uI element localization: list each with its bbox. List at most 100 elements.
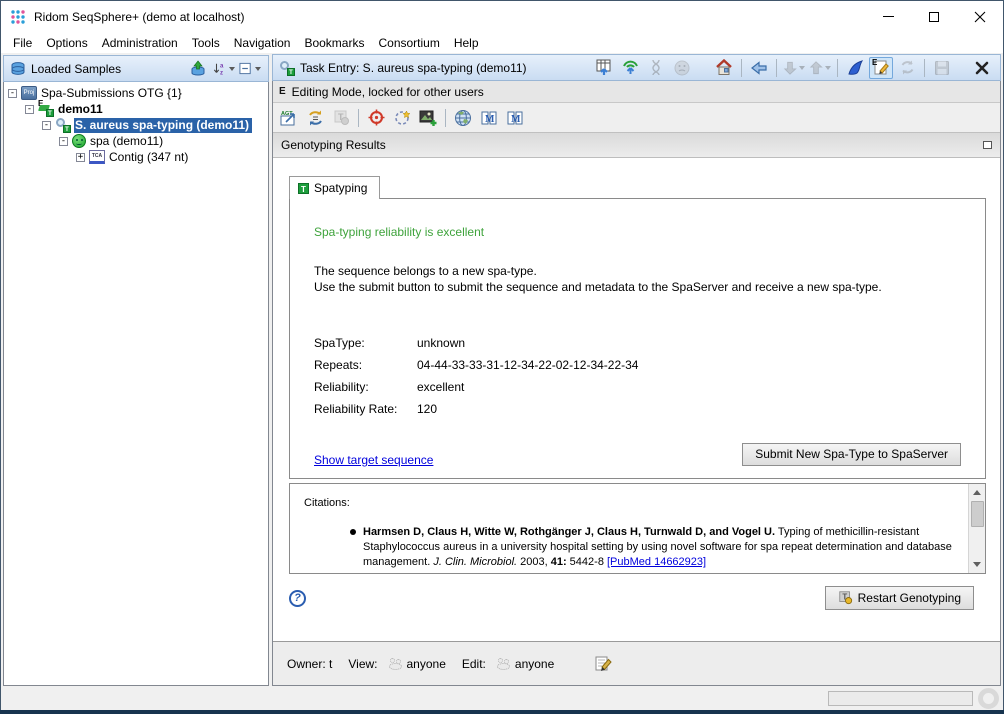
bookmark-button[interactable] xyxy=(843,57,867,79)
sync-button xyxy=(895,57,919,79)
menu-bar: File Options Administration Tools Naviga… xyxy=(1,32,1003,53)
field-label: Reliability Rate: xyxy=(314,402,417,416)
expander-icon[interactable]: - xyxy=(8,89,17,98)
app-window: { "window": { "title": "Ridom SeqSphere+… xyxy=(0,0,1004,714)
citation-authors: Harmsen D, Claus H, Witte W, Rothgänger … xyxy=(363,526,775,538)
tab-spatyping[interactable]: T Spatyping xyxy=(289,176,380,199)
save-disk-icon xyxy=(934,60,950,76)
close-task-button[interactable] xyxy=(970,57,994,79)
scroll-down-button[interactable] xyxy=(969,556,986,573)
info-line-2: Use the submit button to submit the sequ… xyxy=(314,279,961,295)
edit-mode-button[interactable]: E xyxy=(869,57,893,79)
menu-file[interactable]: File xyxy=(6,34,39,52)
smiley-eye xyxy=(81,139,83,141)
field-repeats: Repeats: 04-44-33-33-31-12-34-22-02-12-3… xyxy=(314,354,961,376)
field-label: SpaType: xyxy=(314,336,417,350)
genotyping-content: T Spatyping Spa-typing reliability is ex… xyxy=(273,158,1000,641)
status-bar xyxy=(1,687,1003,710)
tree-item-spa[interactable]: - spa (demo11) xyxy=(4,133,268,149)
activity-spinner-icon xyxy=(978,688,999,709)
task-entry-header: T Task Entry: S. aureus spa-typing (demo… xyxy=(272,54,1001,81)
tree-label[interactable]: spa (demo11) xyxy=(89,134,166,149)
expander-icon[interactable]: - xyxy=(59,137,68,146)
tree-item-spa-typing-task[interactable]: - T S. aureus spa-typing (demo11) xyxy=(4,117,268,133)
add-image-button[interactable] xyxy=(416,107,440,129)
bullet-icon xyxy=(350,529,356,535)
tree-item-demo11[interactable]: - E T demo11 xyxy=(4,101,268,117)
tree-label[interactable]: Spa-Submissions OTG {1} xyxy=(40,86,185,101)
menu-consortium[interactable]: Consortium xyxy=(371,34,446,52)
close-button[interactable] xyxy=(957,1,1003,32)
dna-icon xyxy=(649,59,663,76)
manual-button-1[interactable]: M xyxy=(477,107,501,129)
submit-spaserver-button[interactable] xyxy=(618,57,642,79)
toolbar-separator xyxy=(358,109,359,127)
tab-spatyping-label: Spatyping xyxy=(314,181,367,195)
toolbar-separator xyxy=(837,59,838,77)
expander-icon[interactable]: - xyxy=(25,105,34,114)
window-title: Ridom SeqSphere+ (demo at localhost) xyxy=(34,10,865,24)
menu-navigation[interactable]: Navigation xyxy=(227,34,298,52)
editing-mode-text: Editing Mode, locked for other users xyxy=(292,85,484,99)
export-sequence-icon: AGT xyxy=(280,109,299,127)
window-bottom-edge xyxy=(0,710,1004,714)
task-t-badge: T xyxy=(63,125,71,133)
show-target-sequence-link[interactable]: Show target sequence xyxy=(314,453,433,467)
edit-permissions-icon[interactable] xyxy=(594,655,612,673)
content-footer: ? T Restart Genotyping xyxy=(289,586,986,610)
field-value: excellent xyxy=(417,380,464,394)
menu-bookmarks[interactable]: Bookmarks xyxy=(297,34,371,52)
save-button xyxy=(930,57,954,79)
expander-icon[interactable]: + xyxy=(76,153,85,162)
database-icon xyxy=(10,61,26,77)
sort-button[interactable]: a z xyxy=(212,58,236,80)
progress-bar xyxy=(828,691,973,706)
sample-icon: E T xyxy=(38,102,54,116)
web-button[interactable] xyxy=(451,107,475,129)
scroll-thumb[interactable] xyxy=(971,501,984,527)
menu-tools[interactable]: Tools xyxy=(185,34,227,52)
menu-options[interactable]: Options xyxy=(39,34,94,52)
task-entry-title: Task Entry: S. aureus spa-typing (demo11… xyxy=(295,61,592,75)
export-sequence-button[interactable]: AGT xyxy=(277,107,301,129)
load-samples-button[interactable] xyxy=(186,58,210,80)
result-fields: SpaType: unknown Repeats: 04-44-33-33-31… xyxy=(314,332,961,420)
reload-results-button[interactable] xyxy=(303,107,327,129)
manual-book-icon: M xyxy=(506,109,524,127)
field-label: Reliability: xyxy=(314,380,417,394)
tree-label[interactable]: Contig (347 nt) xyxy=(108,150,191,165)
manual-button-2[interactable]: M xyxy=(503,107,527,129)
smiley-eye xyxy=(76,139,78,141)
info-line-1: The sequence belongs to a new spa-type. xyxy=(314,263,961,279)
tree-label[interactable]: S. aureus spa-typing (demo11) xyxy=(74,118,252,133)
svg-text:z: z xyxy=(220,69,223,76)
home-button[interactable] xyxy=(712,57,736,79)
restart-genotyping-icon: T xyxy=(838,590,853,605)
group-icon xyxy=(496,658,512,670)
view-value: anyone xyxy=(407,657,446,671)
scroll-up-button[interactable] xyxy=(969,484,986,501)
menu-help[interactable]: Help xyxy=(447,34,486,52)
reload-results-icon xyxy=(306,109,325,127)
help-button[interactable]: ? xyxy=(289,590,306,607)
target-definition-button[interactable] xyxy=(364,107,388,129)
detach-panel-icon[interactable] xyxy=(983,141,992,149)
down-dropdown-caret xyxy=(799,66,805,70)
maximize-button[interactable] xyxy=(911,1,957,32)
tree-label[interactable]: demo11 xyxy=(57,102,106,117)
collapse-tree-button[interactable] xyxy=(238,58,262,80)
submit-spa-type-button[interactable]: Submit New Spa-Type to SpaServer xyxy=(742,443,961,466)
citations-scrollbar[interactable] xyxy=(968,484,985,573)
recompute-button[interactable] xyxy=(390,107,414,129)
back-button[interactable] xyxy=(747,57,771,79)
restart-genotyping-button[interactable]: T Restart Genotyping xyxy=(825,586,974,610)
pubmed-link[interactable]: [PubMed 14662923] xyxy=(607,556,706,568)
target-crosshair-icon xyxy=(368,109,385,126)
expander-icon[interactable]: - xyxy=(42,121,51,130)
dna-button xyxy=(644,57,668,79)
submit-table-button[interactable] xyxy=(592,57,616,79)
menu-administration[interactable]: Administration xyxy=(95,34,185,52)
tree-item-contig[interactable]: + TCA Contig (347 nt) xyxy=(4,149,268,165)
minimize-button[interactable] xyxy=(865,1,911,32)
tree-item-spa-submissions[interactable]: - Proj Spa-Submissions OTG {1} xyxy=(4,85,268,101)
